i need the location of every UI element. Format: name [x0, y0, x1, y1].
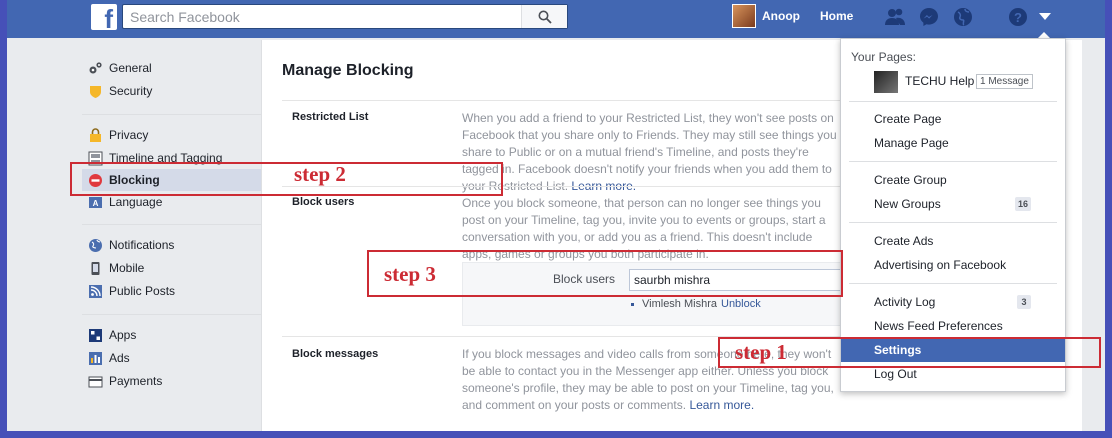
- apps-icon: [88, 328, 103, 343]
- blocked-user-item: Vimlesh Mishra Unblock: [631, 298, 761, 310]
- caret-down-icon: [1039, 13, 1051, 20]
- restricted-list-description: When you add a friend to your Restricted…: [462, 111, 837, 193]
- menu-item-news-feed-preferences[interactable]: News Feed Preferences: [841, 314, 1065, 338]
- menu-item-create-group[interactable]: Create Group: [841, 168, 1065, 192]
- sidebar-item-apps[interactable]: Apps: [82, 324, 262, 346]
- quick-help-button[interactable]: ?: [1007, 6, 1029, 28]
- sidebar-divider: [82, 314, 262, 315]
- sidebar-item-security[interactable]: Security: [82, 80, 262, 102]
- menu-item-create-ads[interactable]: Create Ads: [841, 229, 1065, 253]
- sidebar-item-ads[interactable]: Ads: [82, 347, 262, 369]
- home-link[interactable]: Home: [820, 9, 853, 23]
- sidebar-item-payments[interactable]: Payments: [82, 370, 262, 392]
- avatar[interactable]: [732, 4, 756, 28]
- page-thumbnail[interactable]: [874, 71, 898, 93]
- menu-divider: [849, 283, 1057, 284]
- learn-more-link[interactable]: Learn more.: [689, 398, 754, 412]
- menu-item-new-groups[interactable]: New Groups 16: [841, 192, 1065, 216]
- globe-icon: [954, 8, 972, 26]
- sidebar-item-label: Payments: [109, 374, 163, 388]
- step-3-highlight-box: [367, 250, 843, 297]
- menu-divider: [849, 101, 1057, 102]
- menu-divider: [849, 161, 1057, 162]
- help-icon: ?: [1009, 8, 1027, 26]
- sidebar-item-label: Apps: [109, 328, 137, 342]
- sidebar-item-label: Notifications: [109, 238, 175, 252]
- svg-text:?: ?: [1014, 10, 1022, 25]
- lock-icon: [88, 127, 103, 143]
- page-link[interactable]: TECHU Help: [905, 74, 974, 88]
- facebook-logo[interactable]: f: [91, 4, 117, 30]
- search-box: [122, 4, 568, 29]
- step-3-label: step 3: [384, 262, 436, 286]
- rss-icon: [88, 284, 103, 299]
- block-messages-label: Block messages: [292, 348, 379, 360]
- messages-button[interactable]: [918, 6, 940, 28]
- search-button[interactable]: [521, 5, 567, 28]
- language-icon: A: [88, 195, 103, 210]
- restricted-list-label: Restricted List: [292, 111, 369, 123]
- messenger-icon: [920, 8, 938, 26]
- sidebar-item-notifications[interactable]: Notifications: [82, 234, 262, 256]
- account-menu-button[interactable]: [1034, 6, 1056, 28]
- svg-text:A: A: [93, 199, 99, 208]
- count-badge: 16: [1014, 197, 1031, 211]
- gear-icon: [88, 61, 103, 76]
- your-pages-heading: Your Pages:: [851, 50, 916, 64]
- search-input[interactable]: [123, 5, 513, 28]
- step-2-highlight-box: [70, 162, 503, 196]
- sidebar-item-label: Language: [109, 195, 163, 209]
- menu-divider: [849, 222, 1057, 223]
- page-frame: f Anoop Home ? General: [7, 0, 1105, 431]
- settings-sidebar: General Security Privacy Timeline and Ta…: [82, 40, 262, 431]
- page-title: Manage Blocking: [282, 62, 414, 79]
- sidebar-item-privacy[interactable]: Privacy: [82, 124, 262, 146]
- step-1-label: step 1: [735, 340, 787, 364]
- shield-icon: [88, 84, 103, 99]
- sidebar-divider: [82, 114, 262, 115]
- sidebar-item-label: Mobile: [109, 261, 145, 275]
- friends-icon: [885, 8, 905, 25]
- top-bar: f Anoop Home ?: [7, 0, 1105, 38]
- globe-icon: [88, 238, 103, 253]
- ads-icon: [88, 351, 103, 366]
- block-users-label: Block users: [292, 196, 355, 208]
- notifications-button[interactable]: [952, 6, 974, 28]
- mobile-icon: [88, 261, 103, 276]
- sidebar-item-label: Privacy: [109, 128, 149, 142]
- message-badge: 1 Message: [976, 74, 1033, 89]
- menu-item-activity-log[interactable]: Activity Log 3: [841, 290, 1065, 314]
- search-icon: [538, 10, 552, 24]
- blocked-user-name: Vimlesh Mishra: [642, 298, 717, 310]
- sidebar-item-general[interactable]: General: [82, 57, 262, 79]
- sidebar-divider: [82, 224, 262, 225]
- count-badge: 3: [1017, 295, 1031, 309]
- step-2-label: step 2: [294, 162, 346, 186]
- sidebar-item-label: Public Posts: [109, 284, 176, 298]
- profile-link[interactable]: Anoop: [762, 9, 800, 23]
- sidebar-item-mobile[interactable]: Mobile: [82, 257, 262, 279]
- sidebar-item-label: General: [109, 61, 152, 75]
- menu-item-advertising[interactable]: Advertising on Facebook: [841, 253, 1065, 277]
- section-divider: [282, 100, 842, 101]
- card-icon: [88, 374, 103, 389]
- menu-item-create-page[interactable]: Create Page: [841, 107, 1065, 131]
- unblock-link[interactable]: Unblock: [721, 298, 761, 310]
- sidebar-item-public-posts[interactable]: Public Posts: [82, 280, 262, 302]
- sidebar-item-label: Security: [109, 84, 153, 98]
- sidebar-item-label: Ads: [109, 351, 130, 365]
- friend-requests-button[interactable]: [884, 6, 906, 28]
- menu-item-manage-page[interactable]: Manage Page: [841, 131, 1065, 155]
